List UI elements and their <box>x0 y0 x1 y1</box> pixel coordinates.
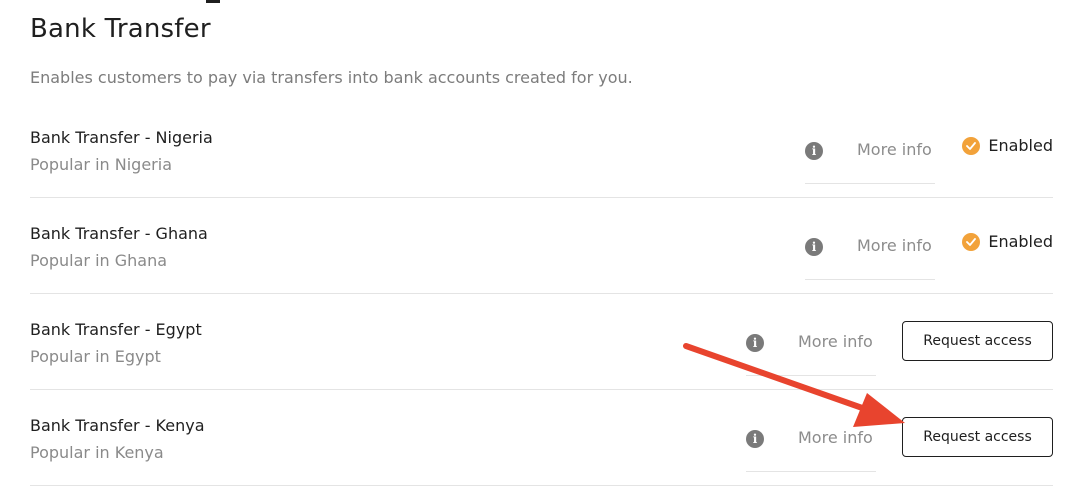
info-icon: i <box>746 334 764 352</box>
method-description: Popular in Kenya <box>30 443 164 462</box>
more-info-link[interactable]: i More info <box>746 327 876 376</box>
status-label: Enabled <box>988 136 1053 155</box>
info-icon: i <box>746 430 764 448</box>
more-info-link[interactable]: i More info <box>746 423 876 472</box>
request-access-button[interactable]: Request access <box>902 417 1053 457</box>
method-description: Popular in Egypt <box>30 347 161 366</box>
top-edge-mark <box>206 0 220 3</box>
more-info-label: More info <box>798 428 873 447</box>
payment-method-row-kenya: Bank Transfer - Kenya Popular in Kenya i… <box>30 390 1053 486</box>
status-badge: Enabled <box>962 232 1053 251</box>
method-description: Popular in Ghana <box>30 251 168 270</box>
request-access-button[interactable]: Request access <box>902 321 1053 361</box>
status-badge: Enabled <box>962 136 1053 155</box>
method-name: Bank Transfer - Kenya <box>30 416 205 435</box>
method-name: Bank Transfer - Nigeria <box>30 128 213 147</box>
info-icon: i <box>805 238 823 256</box>
more-info-link[interactable]: i More info <box>805 231 935 280</box>
check-circle-icon <box>962 232 981 251</box>
payment-method-row-egypt: Bank Transfer - Egypt Popular in Egypt i… <box>30 294 1053 390</box>
more-info-label: More info <box>798 332 873 351</box>
more-info-label: More info <box>857 236 932 255</box>
status-label: Enabled <box>988 232 1053 251</box>
check-circle-icon <box>962 136 981 155</box>
more-info-link[interactable]: i More info <box>805 135 935 184</box>
payment-method-list: Bank Transfer - Nigeria Popular in Niger… <box>30 102 1053 486</box>
more-info-label: More info <box>857 140 932 159</box>
method-description: Popular in Nigeria <box>30 155 172 174</box>
payment-method-row-ghana: Bank Transfer - Ghana Popular in Ghana i… <box>30 198 1053 294</box>
page-subtitle: Enables customers to pay via transfers i… <box>30 68 633 87</box>
method-name: Bank Transfer - Ghana <box>30 224 208 243</box>
payment-method-row-nigeria: Bank Transfer - Nigeria Popular in Niger… <box>30 102 1053 198</box>
method-name: Bank Transfer - Egypt <box>30 320 202 339</box>
page-title: Bank Transfer <box>30 14 211 44</box>
info-icon: i <box>805 142 823 160</box>
